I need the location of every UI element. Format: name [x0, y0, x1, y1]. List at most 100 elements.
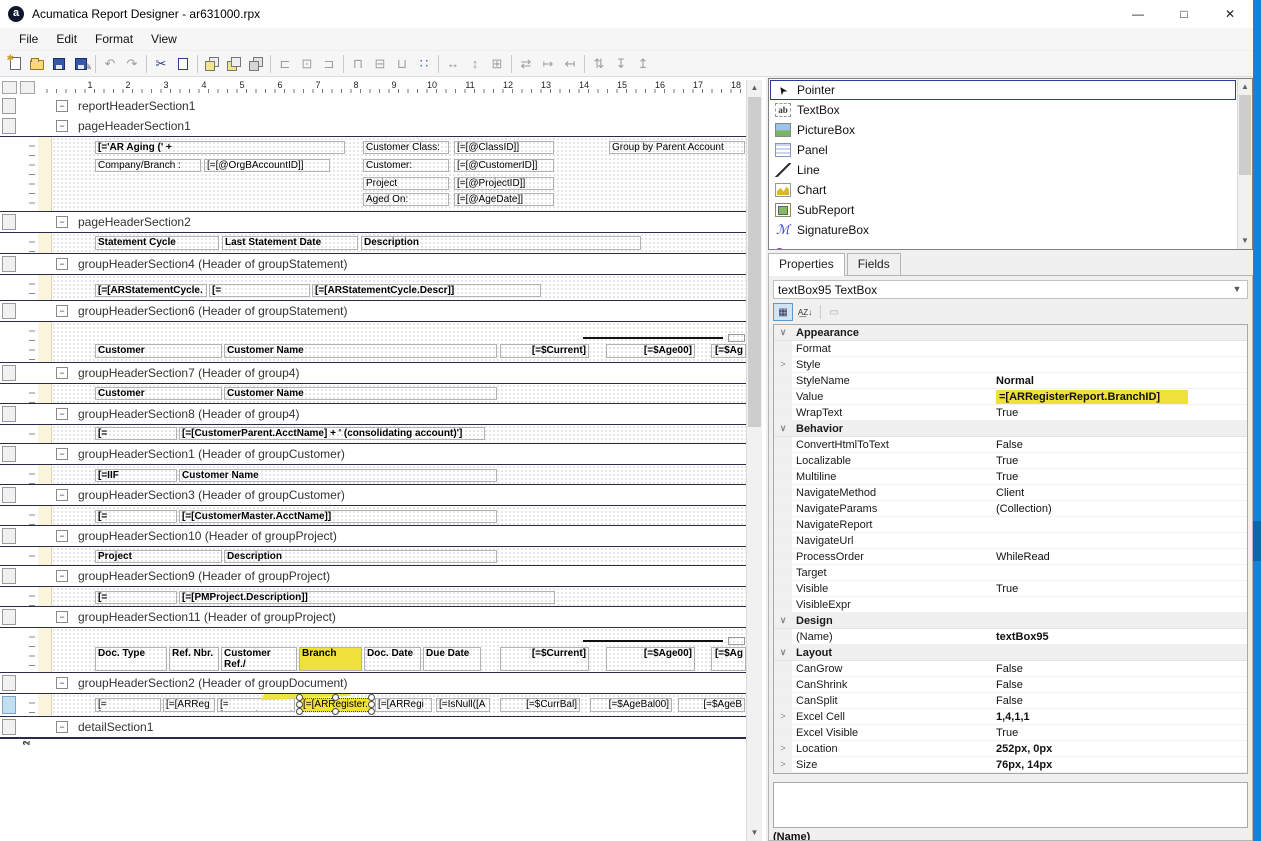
report-textbox[interactable]: [=[CustomerMasterBA [95, 510, 177, 523]
collapse-icon[interactable]: − [56, 448, 68, 460]
collapse-icon[interactable]: − [56, 216, 68, 228]
menu-item-file[interactable]: File [10, 32, 47, 46]
bring-to-front-icon[interactable] [201, 54, 223, 74]
chevron-down-icon[interactable]: ▼ [1229, 282, 1245, 297]
report-textbox[interactable]: Project [363, 177, 449, 190]
section-selector-box[interactable] [2, 487, 16, 503]
align-rights-icon[interactable]: ⊐ [318, 54, 340, 74]
increase-vspace-icon[interactable]: ↧ [610, 54, 632, 74]
report-textbox[interactable]: [='AR Aging (' + [95, 141, 345, 154]
selection-handle[interactable] [296, 708, 303, 715]
property-category-appearance[interactable]: ∨Appearance [774, 325, 1247, 341]
send-to-back-icon[interactable] [223, 54, 245, 74]
maximize-button[interactable]: □ [1161, 0, 1207, 28]
tab-properties[interactable]: Properties [768, 253, 845, 276]
property-value[interactable]: False [996, 663, 1247, 675]
undo-icon[interactable]: ↶ [99, 54, 121, 74]
design-surface[interactable]: Statement CycleLast Statement DateDescri… [52, 233, 746, 253]
report-textbox[interactable]: Customer Name [224, 344, 497, 358]
decrease-vspace-icon[interactable]: ↥ [632, 54, 654, 74]
section-band-groupHeaderSection9[interactable]: [=[ARInvoice.ProjectI.[=[PMProject.Descr… [0, 586, 746, 607]
property-category-layout[interactable]: ∨Layout [774, 645, 1247, 661]
property-row-size[interactable]: >Size76px, 14px [774, 757, 1247, 773]
report-textbox[interactable]: [=[@ClassID]] [454, 141, 554, 154]
property-value[interactable]: True [996, 407, 1247, 419]
object-selector-combo[interactable]: textBox95 TextBox ▼ [773, 280, 1248, 299]
property-row-processorder[interactable]: ProcessOrderWhileRead [774, 549, 1247, 565]
align-middles-icon[interactable]: ⊟ [369, 54, 391, 74]
property-row-visibleexpr[interactable]: VisibleExpr [774, 597, 1247, 613]
design-surface[interactable]: [=[CustomerMasterBA[=[CustomerMaster.Acc… [52, 506, 746, 525]
report-textbox[interactable]: [=[ARInvoice.ProjectI. [95, 591, 177, 604]
toolbox-item-subreport[interactable]: SubReport [770, 200, 1236, 220]
section-header-groupHeaderSection1[interactable]: −groupHeaderSection1 (Header of groupCus… [0, 444, 746, 464]
toolbox-item-line[interactable]: Line [770, 160, 1236, 180]
report-textbox[interactable]: [=[@ProjectID]] [454, 177, 554, 190]
report-textbox[interactable]: [=[ARStatementCycleLa [209, 284, 310, 297]
design-surface[interactable]: [=IIF ($PrintConsolidatCustomer Name [52, 465, 746, 484]
section-band-pageHeaderSection2[interactable]: Statement CycleLast Statement DateDescri… [0, 232, 746, 254]
property-row-localizable[interactable]: LocalizableTrue [774, 453, 1247, 469]
collapse-icon[interactable]: − [56, 721, 68, 733]
design-surface[interactable]: [='AR Aging (' +Customer Class:[=[@Class… [52, 137, 746, 211]
toolbox-item-signaturebox[interactable]: SignatureBox [770, 220, 1236, 240]
report-textbox[interactable]: [=$AgeB [678, 698, 745, 712]
design-surface[interactable]: [=[CustomerParentAc[=[CustomerParent.Acc… [52, 425, 746, 443]
collapse-icon[interactable]: − [56, 100, 68, 112]
expander-icon[interactable]: > [774, 709, 792, 724]
section-selector-box[interactable] [2, 303, 16, 319]
selection-handle[interactable] [368, 694, 375, 701]
collapse-icon[interactable]: − [56, 408, 68, 420]
property-row-format[interactable]: Format [774, 341, 1247, 357]
property-value[interactable]: 76px, 14px [996, 759, 1247, 771]
report-textbox[interactable]: Branch [299, 647, 362, 671]
expander-icon[interactable]: > [774, 357, 792, 372]
toolbox-item-partial[interactable] [770, 240, 1236, 249]
property-row-visible[interactable]: VisibleTrue [774, 581, 1247, 597]
redo-icon[interactable]: ↷ [121, 54, 143, 74]
design-surface[interactable]: [=[ARInvoice.ProjectI.[=[PMProject.Descr… [52, 587, 746, 606]
report-textbox[interactable]: Group by Parent Account [609, 141, 745, 154]
expander-icon[interactable]: > [774, 757, 792, 772]
section-header-groupHeaderSection2[interactable]: −groupHeaderSection2 (Header of groupDoc… [0, 673, 746, 693]
section-band-groupHeaderSection8[interactable]: [=[CustomerParentAc[=[CustomerParent.Acc… [0, 424, 746, 444]
align-bottoms-icon[interactable]: ⊔ [391, 54, 413, 74]
toolbox-item-pointer[interactable]: Pointer [770, 80, 1236, 100]
report-textbox[interactable]: Customer [95, 387, 222, 400]
section-band-groupHeaderSection10[interactable]: ProjectDescription [0, 546, 746, 566]
report-textbox[interactable]: Description [224, 550, 497, 563]
report-textbox[interactable]: [=[ARStatementCycle.Descr]] [312, 284, 541, 297]
save-icon[interactable] [48, 54, 70, 74]
same-size-icon[interactable]: ⊞ [486, 54, 508, 74]
selection-handle[interactable] [332, 694, 339, 701]
scroll-down-button[interactable]: ▼ [1238, 233, 1252, 249]
property-value[interactable]: True [996, 471, 1247, 483]
report-textbox[interactable]: [=[ARReg [163, 698, 215, 712]
report-textbox[interactable]: Customer [95, 344, 222, 358]
report-textbox[interactable]: [=$Age00] [606, 647, 695, 671]
property-row-wraptext[interactable]: WrapTextTrue [774, 405, 1247, 421]
property-value[interactable]: False [996, 695, 1247, 707]
menu-item-format[interactable]: Format [86, 32, 142, 46]
property-value[interactable]: 1,4,1,1 [996, 711, 1247, 723]
property-value[interactable]: True [996, 583, 1247, 595]
categorized-icon[interactable] [773, 303, 793, 321]
property-category-behavior[interactable]: ∨Behavior [774, 421, 1247, 437]
design-surface[interactable]: CustomerCustomer Name[=$Current][=$Age00… [52, 322, 746, 362]
property-row-navigateurl[interactable]: NavigateUrl [774, 533, 1247, 549]
line-element[interactable] [583, 640, 723, 642]
property-row-excelvisible[interactable]: Excel VisibleTrue [774, 725, 1247, 741]
report-textbox[interactable]: Customer Ref./ Orig. Ref. Nbr. [221, 647, 297, 671]
collapse-icon[interactable]: − [56, 570, 68, 582]
property-row-navigatereport[interactable]: NavigateReport [774, 517, 1247, 533]
same-height-icon[interactable]: ↕ [464, 54, 486, 74]
property-value[interactable]: Client [996, 487, 1247, 499]
toolbox-item-chart[interactable]: Chart [770, 180, 1236, 200]
design-surface[interactable]: [=[ARRegister.[=[ARReg[=[ARInvoice.Invoi… [52, 694, 746, 716]
property-row-location[interactable]: >Location252px, 0px [774, 741, 1247, 757]
property-row-multiline[interactable]: MultilineTrue [774, 469, 1247, 485]
report-textbox[interactable]: [=[CustomerParent.AcctName] + ' (consoli… [179, 427, 485, 440]
property-row-cansplit[interactable]: CanSplitFalse [774, 693, 1247, 709]
property-value[interactable]: =[ARRegisterReport.BranchID] [996, 390, 1247, 404]
report-textbox[interactable]: Customer: [363, 159, 449, 172]
